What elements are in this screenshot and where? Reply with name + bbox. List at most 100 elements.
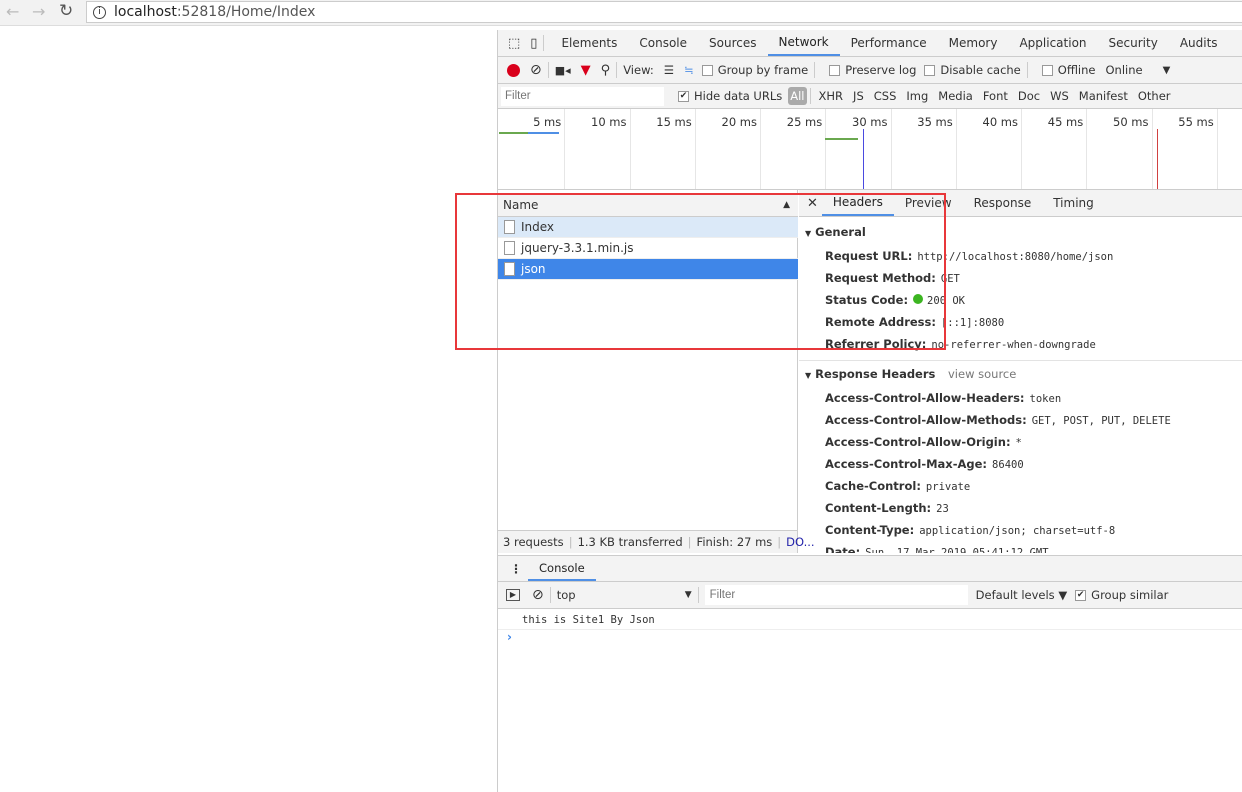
search-icon[interactable]: ⚲ (601, 63, 611, 78)
console-toolbar: ▶ ⊘ top ▼ Default levels ▼ ✔ Group simila… (498, 582, 1242, 609)
timeline-gridline (1151, 109, 1153, 189)
timeline-tick-label: 25 ms (786, 115, 823, 129)
console-prompt[interactable]: › (507, 630, 512, 644)
filter-type-media[interactable]: Media (933, 89, 978, 103)
network-overview-timeline[interactable]: 5 ms 10 ms 15 ms 20 ms 25 ms 30 ms 35 ms 40 ms 4… (498, 109, 1242, 190)
view-label: View: (623, 63, 654, 77)
timeline-gridline (760, 109, 761, 189)
device-toolbar-icon[interactable]: ▯ (530, 36, 537, 51)
filter-type-ws[interactable]: WS (1045, 89, 1074, 103)
tab-memory[interactable]: Memory (938, 30, 1009, 56)
header-key: Access-Control-Allow-Methods: (825, 413, 1027, 427)
header-key: Date: (825, 545, 861, 553)
timeline-request-bar (499, 132, 528, 134)
timeline-tick-label: 45 ms (1047, 115, 1084, 129)
console-message: this is Site1 By Json (498, 610, 1242, 630)
group-similar-label: Group similar (1091, 588, 1169, 602)
triangle-down-icon: ▼ (805, 371, 812, 380)
load-event-marker (1157, 129, 1159, 189)
highlight-annotation-box (455, 193, 946, 350)
tab-performance[interactable]: Performance (840, 30, 938, 56)
header-row: Content-Type: application/json; charset=u… (825, 523, 1115, 537)
drawer-tabbar: ⋮ Console (498, 555, 1242, 582)
filter-type-manifest[interactable]: Manifest (1074, 89, 1133, 103)
timeline-tick-label: 55 ms (1178, 115, 1214, 129)
header-row: Access-Control-Max-Age: 86400 (825, 457, 1024, 471)
timeline-gridline (955, 109, 957, 189)
log-levels-select[interactable]: Default levels ▼ (976, 588, 1068, 602)
tab-timing[interactable]: Timing (1042, 190, 1105, 216)
url-host: localhost (114, 4, 177, 20)
tab-response[interactable]: Response (963, 190, 1043, 216)
disable-cache-checkbox[interactable] (924, 64, 936, 76)
tab-sources[interactable]: Sources (698, 30, 767, 56)
clear-icon[interactable]: ⊘ (530, 62, 542, 78)
sidebar-toggle-icon[interactable]: ▶ (506, 589, 520, 601)
response-headers-toggle[interactable]: ▼ Response Headers (805, 367, 935, 381)
header-row: Cache-Control: private (825, 479, 970, 493)
timeline-gridline (629, 109, 631, 189)
header-value: application/json; charset=utf-8 (919, 525, 1116, 537)
devtools-panel: ⬚ ▯ Elements Console Sources Network Per… (497, 30, 1242, 792)
forward-icon[interactable]: → (32, 2, 45, 21)
timeline-gridline (825, 109, 827, 189)
header-key: Access-Control-Allow-Headers: (825, 391, 1025, 405)
filter-input[interactable] (501, 86, 664, 106)
header-key: Access-Control-Allow-Origin: (825, 435, 1011, 449)
view-source-link[interactable]: view source (948, 367, 1016, 381)
network-status-bar: 3 requests | 1.3 KB transferred | Finish: … (498, 530, 815, 553)
header-value: http://localhost:8080/home/json (917, 251, 1114, 263)
waterfall-icon[interactable]: ≒ (684, 63, 694, 77)
filter-type-xhr[interactable]: XHR (814, 89, 849, 103)
header-row: Access-Control-Allow-Methods: GET, POST, … (825, 413, 1171, 427)
tab-console[interactable]: Console (628, 30, 698, 56)
group-similar-checkbox[interactable]: ✔ (1075, 589, 1087, 601)
record-icon[interactable] (507, 63, 520, 77)
tab-application[interactable]: Application (1008, 30, 1097, 56)
tab-elements[interactable]: Elements (550, 30, 628, 56)
header-value: * (1015, 437, 1022, 449)
filter-type-img[interactable]: Img (901, 89, 933, 103)
console-filter-input[interactable] (704, 585, 968, 605)
timeline-tick-label: 40 ms (982, 115, 1018, 129)
preserve-log-checkbox[interactable] (829, 64, 841, 76)
filter-funnel-icon[interactable]: ▼ (581, 63, 591, 78)
tab-audits[interactable]: Audits (1169, 30, 1229, 56)
chevron-down-icon[interactable]: ▼ (1163, 65, 1171, 76)
header-value: no-referrer-when-downgrade (931, 339, 1096, 351)
group-by-frame-checkbox[interactable] (701, 64, 713, 76)
timeline-request-bar (825, 138, 858, 140)
drawer-tab-console[interactable]: Console (528, 556, 596, 581)
reload-icon[interactable]: ↻ (59, 1, 73, 21)
header-row: Access-Control-Allow-Headers: token (825, 391, 1061, 405)
info-icon[interactable]: i (93, 5, 106, 19)
header-value: 86400 (992, 459, 1024, 471)
address-bar[interactable]: i localhost:52818/Home/Index (86, 1, 1242, 23)
filter-type-css[interactable]: CSS (869, 89, 902, 103)
tab-security[interactable]: Security (1098, 30, 1169, 56)
throttle-select[interactable]: Online (1106, 63, 1143, 77)
timeline-gridline (694, 109, 696, 189)
header-row: Content-Length: 23 (825, 501, 949, 515)
context-select[interactable]: top (557, 588, 685, 602)
finish-time: Finish: 27 ms (696, 535, 773, 549)
more-vertical-icon[interactable]: ⋮ (510, 562, 522, 576)
clear-console-icon[interactable]: ⊘ (532, 587, 544, 603)
url-path: :52818/Home/Index (176, 4, 316, 20)
preserve-log-label: Preserve log (845, 63, 917, 77)
filter-type-font[interactable]: Font (978, 89, 1013, 103)
screenshot-camera-icon[interactable]: ■◂ (555, 64, 571, 77)
hide-data-urls-label: Hide data URLs (694, 89, 783, 103)
filter-type-doc[interactable]: Doc (1013, 89, 1045, 103)
browser-toolbar: ← → ↻ i localhost:52818/Home/Index (0, 0, 1242, 26)
offline-checkbox[interactable] (1041, 64, 1053, 76)
filter-type-other[interactable]: Other (1133, 89, 1176, 103)
chevron-down-icon[interactable]: ▼ (685, 590, 692, 600)
filter-type-js[interactable]: JS (848, 89, 869, 103)
tab-network[interactable]: Network (767, 30, 840, 56)
large-rows-icon[interactable]: ☰ (664, 63, 674, 77)
back-icon[interactable]: ← (6, 2, 19, 21)
filter-type-all[interactable]: All (788, 87, 807, 105)
hide-data-urls-checkbox[interactable]: ✔ (678, 90, 689, 102)
inspect-element-icon[interactable]: ⬚ (508, 36, 520, 51)
